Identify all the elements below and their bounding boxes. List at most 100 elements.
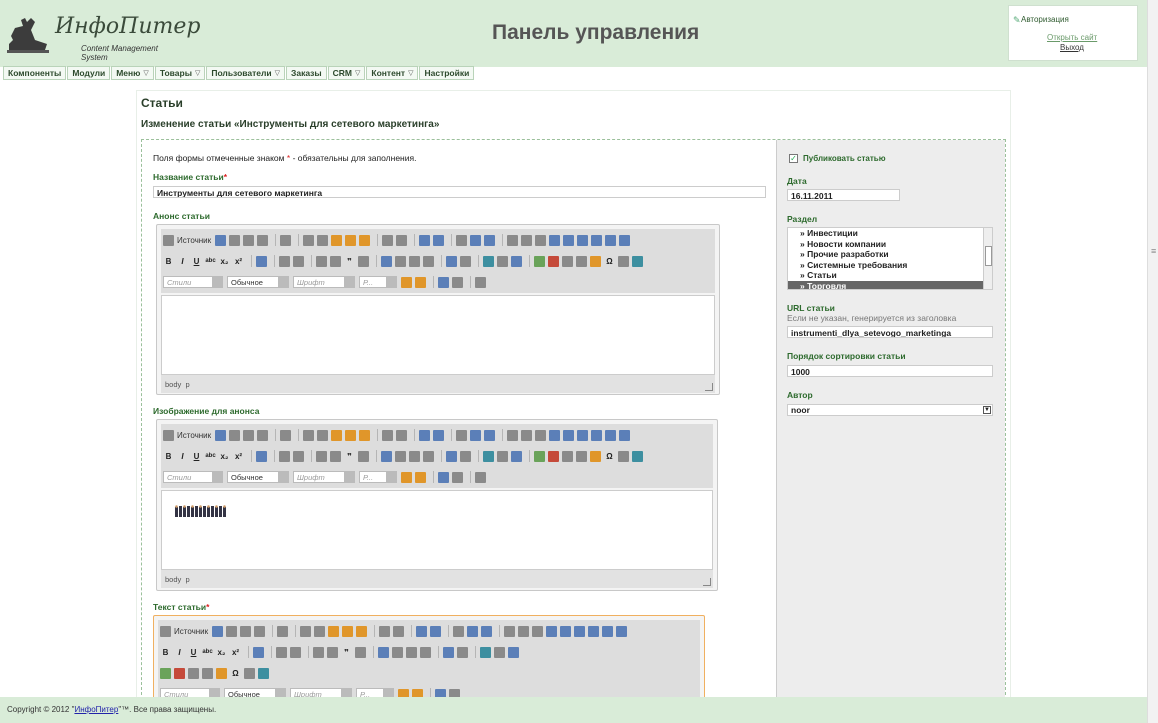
find-icon[interactable] [419,429,431,441]
page-break-icon[interactable] [244,667,255,679]
unlink-icon[interactable] [497,255,508,267]
outdent-icon[interactable] [316,255,327,267]
div-icon[interactable] [358,255,369,267]
font-select[interactable]: Шрифт [293,471,355,483]
underline-icon[interactable]: U [191,257,202,266]
rtl-icon[interactable] [457,646,468,658]
table-icon[interactable] [562,255,573,267]
bg-color-icon[interactable] [415,471,426,483]
align-right-icon[interactable] [406,646,417,658]
align-justify-icon[interactable] [423,255,434,267]
table-icon[interactable] [562,450,573,462]
special-char-icon[interactable]: Ω [230,669,241,678]
list-item[interactable]: » Инвестиции [788,228,992,239]
subscript-icon[interactable]: x₂ [219,257,230,266]
menu-item-orders[interactable]: Заказы [286,66,327,80]
menu-item-crm[interactable]: CRM ▽ [327,66,366,80]
imagebutton-icon[interactable] [605,234,617,246]
remove-format-icon[interactable] [256,255,267,267]
new-page-icon[interactable] [229,234,241,246]
italic-icon[interactable]: I [174,648,185,657]
horizontal-rule-icon[interactable] [202,667,213,679]
redo-icon[interactable] [393,625,405,637]
button-icon[interactable] [591,429,603,441]
source-icon[interactable] [163,234,174,246]
hiddenfield-icon[interactable] [619,234,631,246]
textfield-icon[interactable] [546,625,558,637]
styles-select[interactable]: Стили [163,276,223,288]
spellcheck-icon[interactable] [470,234,482,246]
undo-icon[interactable] [382,429,394,441]
page-break-icon[interactable] [618,255,629,267]
logout-link[interactable]: Выход [1060,43,1084,52]
resize-handle-icon[interactable] [705,383,713,391]
unlink-icon[interactable] [497,450,508,462]
remove-format-icon[interactable] [253,646,264,658]
align-right-icon[interactable] [409,450,420,462]
ltr-icon[interactable] [446,450,457,462]
templates-icon[interactable] [280,234,292,246]
paste-text-icon[interactable] [342,625,354,637]
select-icon[interactable] [577,234,589,246]
copy-icon[interactable] [317,429,329,441]
unlink-icon[interactable] [494,646,505,658]
paste-word-icon[interactable] [359,234,371,246]
copy-icon[interactable] [317,234,329,246]
menu-item-modules[interactable]: Модули [67,66,111,80]
div-icon[interactable] [358,450,369,462]
checkbox-icon[interactable] [521,429,533,441]
paste-icon[interactable] [328,625,340,637]
select-all-icon[interactable] [456,234,468,246]
image-icon[interactable] [534,255,545,267]
publish-checkbox[interactable]: ✓ [789,154,798,163]
anchor-icon[interactable] [511,450,522,462]
radio-icon[interactable] [535,234,547,246]
bold-icon[interactable]: B [163,257,174,266]
blockquote-icon[interactable]: ❞ [344,257,355,266]
select-all-icon[interactable] [453,625,465,637]
button-icon[interactable] [591,234,603,246]
find-icon[interactable] [416,625,428,637]
list-item-selected[interactable]: » Торговля [788,280,992,289]
align-right-icon[interactable] [409,255,420,267]
text-color-icon[interactable] [401,471,412,483]
image-editor-area[interactable] [161,490,713,570]
underline-icon[interactable]: U [188,648,199,657]
textfield-icon[interactable] [549,429,561,441]
maximize-icon[interactable] [438,471,449,483]
cut-icon[interactable] [300,625,312,637]
bulleted-list-icon[interactable] [293,450,304,462]
open-site-link[interactable]: Открыть сайт [1047,33,1097,42]
spellcheck-auto-icon[interactable] [484,234,496,246]
rtl-icon[interactable] [460,450,471,462]
source-button[interactable]: Источник [174,627,208,636]
new-page-icon[interactable] [229,429,241,441]
source-icon[interactable] [163,429,174,441]
spellcheck-auto-icon[interactable] [484,429,496,441]
rtl-icon[interactable] [460,255,471,267]
copy-icon[interactable] [314,625,326,637]
paste-text-icon[interactable] [345,234,357,246]
size-select[interactable]: Р... [359,276,397,288]
spellcheck-icon[interactable] [470,429,482,441]
ltr-icon[interactable] [443,646,454,658]
paste-icon[interactable] [331,429,343,441]
menu-item-settings[interactable]: Настройки [419,66,475,80]
undo-icon[interactable] [382,234,394,246]
bulleted-list-icon[interactable] [293,255,304,267]
templates-icon[interactable] [277,625,289,637]
iframe-icon[interactable] [632,450,643,462]
source-icon[interactable] [160,625,171,637]
iframe-icon[interactable] [258,667,269,679]
menu-item-users[interactable]: Пользователи ▽ [206,66,286,80]
find-icon[interactable] [419,234,431,246]
subscript-icon[interactable]: x₂ [219,452,230,461]
align-left-icon[interactable] [378,646,389,658]
textfield-icon[interactable] [549,234,561,246]
table-icon[interactable] [188,667,199,679]
print-icon[interactable] [254,625,266,637]
align-justify-icon[interactable] [420,646,431,658]
article-name-input[interactable]: Инструменты для сетевого маркетинга [153,186,766,198]
textarea-icon[interactable] [563,234,575,246]
styles-select[interactable]: Стили [163,471,223,483]
